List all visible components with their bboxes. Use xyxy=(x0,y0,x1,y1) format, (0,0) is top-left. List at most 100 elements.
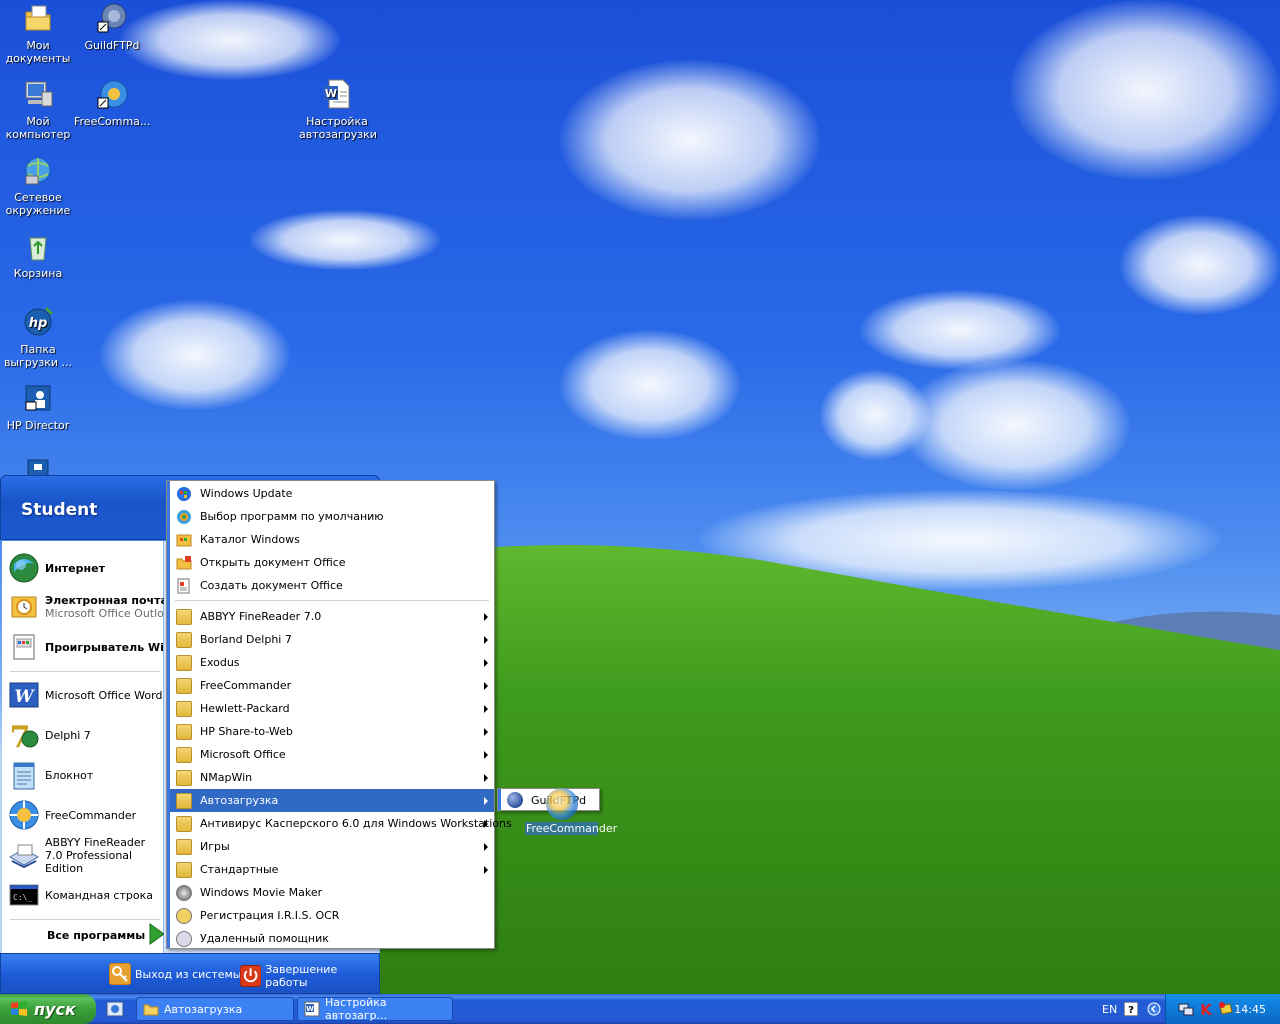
separator xyxy=(175,600,489,601)
menu-item-program[interactable]: Игры xyxy=(170,835,494,858)
start-item-word[interactable]: W Microsoft Office Word 2003 xyxy=(8,677,164,713)
logoff-button[interactable]: Выход из системы xyxy=(109,963,241,985)
desktop-icon-my-documents[interactable]: Мои документы xyxy=(0,2,76,65)
start-menu-left-pane: Интернет Электронная почта Microsoft Offi… xyxy=(2,541,165,953)
abbyy-icon xyxy=(8,844,40,869)
submenu-arrow-icon xyxy=(484,820,488,828)
movie-maker-icon xyxy=(176,884,192,901)
submenu-arrow-icon xyxy=(484,843,488,851)
windows-flag-icon xyxy=(11,1001,27,1016)
menu-item-program[interactable]: Windows Movie Maker xyxy=(170,881,494,904)
menu-item-program[interactable]: Стандартные xyxy=(170,858,494,881)
menu-item-program[interactable]: HP Share-to-Web xyxy=(170,720,494,743)
svg-text:C:\_: C:\_ xyxy=(13,893,32,902)
desktop-icon-hp-director[interactable]: HP Director xyxy=(0,382,76,432)
shutdown-button[interactable]: Завершение работы xyxy=(240,963,379,989)
menu-item-new-office-doc[interactable]: Создать документ Office xyxy=(170,574,494,597)
start-item-label: ABBYY FineReader 7.0 Professional Editio… xyxy=(45,835,146,875)
start-item-internet[interactable]: Интернет xyxy=(8,551,164,585)
submenu-arrow-icon xyxy=(484,682,488,690)
program-folder-icon xyxy=(176,723,192,740)
start-item-label: FreeCommander xyxy=(45,808,137,822)
menu-item-label: Hewlett-Packard xyxy=(200,702,290,715)
recycle-bin-icon xyxy=(29,237,47,261)
desktop-icon-label: Мой компьютер xyxy=(5,115,71,141)
default-programs-icon xyxy=(177,509,191,524)
start-item-cmd[interactable]: C:\_ Командная строка xyxy=(8,877,164,913)
program-folder-icon xyxy=(176,700,192,717)
dragged-shortcut[interactable]: FreeCommander xyxy=(525,788,617,835)
program-folder-icon xyxy=(176,677,192,694)
menu-item-default-programs[interactable]: Выбор программ по умолчанию xyxy=(170,505,494,528)
hp-director-icon xyxy=(25,385,51,411)
desktop-icon-my-computer[interactable]: Мой компьютер xyxy=(0,78,76,141)
freecommander-drag-icon xyxy=(545,788,578,820)
internet-explorer-icon xyxy=(9,553,39,583)
svg-text:W: W xyxy=(325,87,337,100)
desktop-icon-recycle-bin[interactable]: Корзина xyxy=(0,230,76,280)
menu-item-program[interactable]: Exodus xyxy=(170,651,494,674)
shutdown-label: Завершение работы xyxy=(265,963,338,989)
menu-item-open-office-doc[interactable]: Открыть документ Office xyxy=(170,551,494,574)
key-icon xyxy=(109,963,131,985)
taskbar-task-word-doc[interactable]: W Настройка автозагр... xyxy=(297,996,453,1022)
clock[interactable]: 14:45 xyxy=(1234,1003,1266,1016)
menu-item-label: ABBYY FineReader 7.0 xyxy=(200,610,322,623)
desktop-icon-label: GuildFTPd xyxy=(84,39,140,52)
start-item-abbyy[interactable]: ABBYY FineReader 7.0 Professional Editio… xyxy=(8,835,164,875)
start-item-label: Delphi 7 xyxy=(45,728,91,742)
desktop-icon-guildftpd[interactable]: GuildFTPd xyxy=(74,2,150,52)
language-indicator[interactable]: EN xyxy=(1102,1003,1117,1016)
start-item-label: Интернет xyxy=(45,561,105,575)
quick-launch-icon[interactable] xyxy=(106,1000,124,1018)
menu-item-program[interactable]: Регистрация I.R.I.S. OCR xyxy=(170,904,494,927)
taskbar-task-autostart[interactable]: Автозагрузка xyxy=(136,997,294,1021)
start-item-delphi[interactable]: 7 Delphi 7 xyxy=(8,717,164,753)
start-item-freecommander[interactable]: FreeCommander xyxy=(8,797,164,833)
menu-item-program[interactable]: FreeCommander xyxy=(170,674,494,697)
menu-item-windows-catalog[interactable]: Каталог Windows xyxy=(170,528,494,551)
menu-item-label: Каталог Windows xyxy=(200,533,300,546)
desktop-icon-hp-folder[interactable]: hp Папка выгрузки ... xyxy=(0,306,76,369)
help-icon[interactable]: ? xyxy=(1124,1002,1138,1016)
program-folder-icon xyxy=(176,838,192,855)
menu-item-program[interactable]: Удаленный помощник xyxy=(170,927,494,950)
menu-item-windows-update[interactable]: Windows Update xyxy=(170,482,494,505)
desktop-icon-autostart-settings[interactable]: W Настройка автозагрузки xyxy=(299,78,377,141)
start-item-media-player[interactable]: Проигрыватель Windows Media xyxy=(8,629,164,665)
security-tray-icon[interactable] xyxy=(1218,1001,1234,1017)
menu-item-program[interactable]: NMapWin xyxy=(170,766,494,789)
windows-media-icon xyxy=(13,634,35,660)
menu-item-label: Стандартные xyxy=(200,863,279,876)
my-computer-icon xyxy=(25,81,53,107)
start-item-email[interactable]: Электронная почта Microsoft Office Outloo… xyxy=(8,589,164,625)
desktop-icon-label: FreeComma... xyxy=(74,115,151,128)
remote-assistance-icon xyxy=(176,930,192,947)
iris-ocr-icon xyxy=(176,907,192,924)
menu-item-program[interactable]: Hewlett-Packard xyxy=(170,697,494,720)
desktop-icon-network-places[interactable]: Сетевое окружение xyxy=(0,154,76,217)
menu-item-label: HP Share-to-Web xyxy=(200,725,293,738)
menu-item-program[interactable]: ABBYY FineReader 7.0 xyxy=(170,605,494,628)
user-name: Student xyxy=(21,500,98,520)
network-tray-icon[interactable] xyxy=(1178,1001,1194,1017)
menu-item-program[interactable]: Антивирус Касперского 6.0 для Windows Wo… xyxy=(170,812,512,835)
word-document-icon: W xyxy=(324,79,350,109)
submenu-arrow-icon xyxy=(484,797,488,805)
menu-item-program[interactable]: Microsoft Office xyxy=(170,743,494,766)
separator xyxy=(10,671,160,672)
menu-item-label: Windows Update xyxy=(200,487,293,500)
svg-text:?: ? xyxy=(1128,1005,1134,1016)
chevron-left-icon[interactable] xyxy=(1147,1002,1161,1016)
outlook-icon xyxy=(11,596,37,618)
desktop-icon-label: Папка выгрузки ... xyxy=(3,343,73,369)
menu-item-program[interactable]: Borland Delphi 7 xyxy=(170,628,494,651)
start-item-notepad[interactable]: Блокнот xyxy=(8,757,164,793)
all-programs-button[interactable]: Все программы xyxy=(47,929,145,942)
start-button[interactable]: пуск xyxy=(0,994,96,1024)
desktop-icon-freecommander[interactable]: FreeComma... xyxy=(74,78,150,128)
menu-item-program[interactable]: Автозагрузка xyxy=(170,789,494,812)
kaspersky-tray-icon[interactable]: K xyxy=(1198,1001,1214,1017)
desktop-icon-label: HP Director xyxy=(6,419,70,432)
guildftpd-shortcut-icon xyxy=(97,3,127,33)
